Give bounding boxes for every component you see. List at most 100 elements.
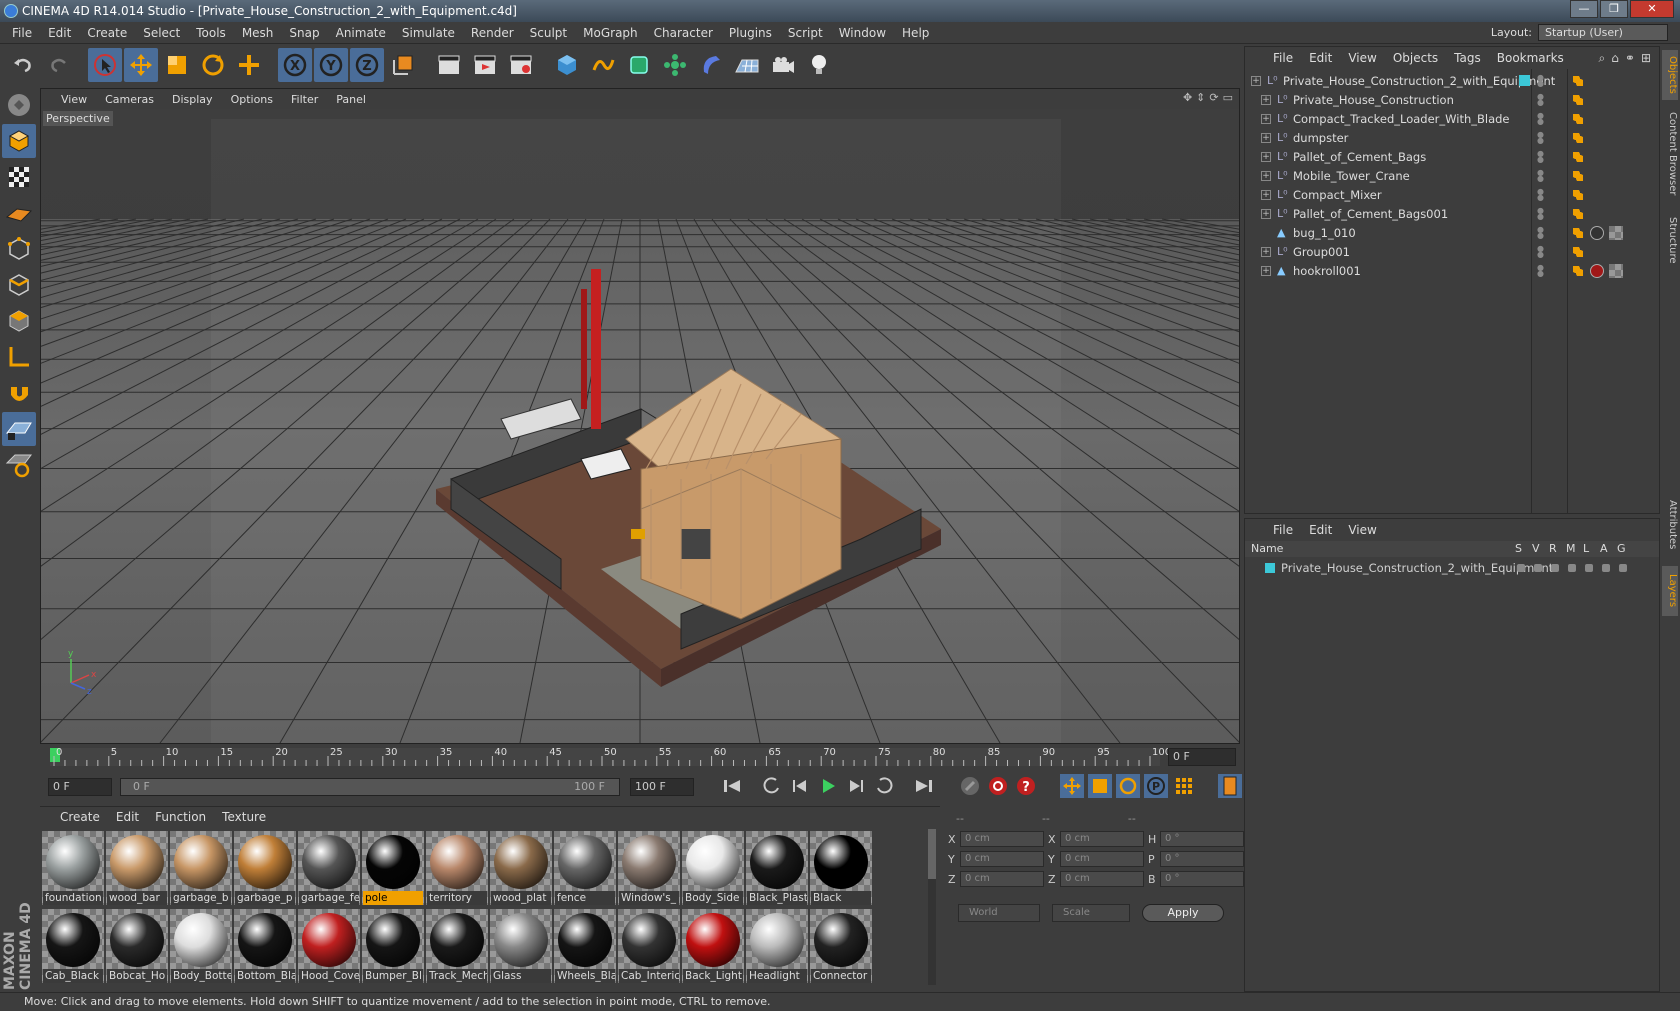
search-icon[interactable]: ⌕	[1599, 51, 1606, 66]
object-row[interactable]: + L⁰ Pallet_of_Cement_Bags001 ● ●	[1245, 204, 1659, 224]
material-swatch[interactable]: wood_plat	[490, 831, 552, 905]
material-scrollbar[interactable]	[928, 829, 936, 985]
apply-button[interactable]: Apply	[1142, 904, 1224, 922]
protection-tag-icon[interactable]	[1573, 228, 1583, 238]
viewport-maximize-icon[interactable]: ▭	[1223, 91, 1233, 104]
layer-column-header[interactable]: V	[1532, 541, 1540, 557]
protection-tag-icon[interactable]	[1573, 76, 1583, 86]
preview-range-slider[interactable]: 0 F 100 F	[120, 778, 620, 796]
coord-value-field[interactable]: 0 °	[1160, 871, 1244, 887]
object-row[interactable]: + L⁰ Compact_Tracked_Loader_With_Blade ● ●	[1245, 109, 1659, 129]
menu-sculpt[interactable]: Sculpt	[522, 26, 575, 40]
side-tab-structure[interactable]: Structure	[1662, 210, 1678, 270]
timeline-window-icon[interactable]	[1218, 774, 1242, 798]
next-key-icon[interactable]	[872, 774, 896, 798]
material-tag-icon[interactable]	[1590, 264, 1604, 278]
menu-edit[interactable]: Edit	[40, 26, 79, 40]
object-row[interactable]: + L⁰ Private_House_Construction_2_with_Equ…	[1245, 71, 1659, 91]
snap-button[interactable]	[2, 376, 36, 410]
protection-tag-icon[interactable]	[1573, 266, 1583, 276]
recent-tool-button[interactable]	[232, 48, 266, 82]
protection-tag-icon[interactable]	[1573, 114, 1583, 124]
rotation-key-icon[interactable]	[1116, 774, 1140, 798]
z-axis-button[interactable]: Z	[350, 48, 384, 82]
coordinate-system-button[interactable]	[386, 48, 420, 82]
material-swatch[interactable]: Bumper_Bl	[362, 909, 424, 983]
start-frame-field[interactable]: 0 F	[48, 778, 112, 796]
make-editable-button[interactable]	[2, 88, 36, 122]
coord-value-field[interactable]: 0 cm	[1060, 871, 1144, 887]
object-row[interactable]: + L⁰ Compact_Mixer ● ●	[1245, 185, 1659, 205]
menu-character[interactable]: Character	[646, 26, 721, 40]
layer-toggle-icon[interactable]	[1602, 564, 1610, 572]
previous-frame-icon[interactable]	[788, 774, 812, 798]
material-tag-icon[interactable]	[1590, 226, 1604, 240]
object-row[interactable]: + L⁰ Group001 ● ●	[1245, 242, 1659, 262]
viewport-menu-options[interactable]: Options	[223, 93, 281, 106]
timeline-ruler[interactable]: 0 5 10 15 20 25 30 35 40 45 50 55 60 65 70 75 80 85 90 95 10…	[40, 744, 1240, 768]
material-swatch[interactable]: garbage_fe	[298, 831, 360, 905]
menu-help[interactable]: Help	[894, 26, 937, 40]
visibility-dots-icon[interactable]: ● ●	[1537, 264, 1545, 278]
layer-column-header[interactable]: R	[1549, 541, 1557, 557]
viewport-dolly-icon[interactable]: ⇕	[1196, 91, 1205, 104]
layer-toggle-icon[interactable]	[1568, 564, 1576, 572]
material-menu-edit[interactable]: Edit	[108, 810, 147, 824]
expand-toggle-icon[interactable]: +	[1261, 152, 1271, 162]
menu-script[interactable]: Script	[780, 26, 831, 40]
protection-tag-icon[interactable]	[1573, 247, 1583, 257]
coord-value-field[interactable]: 0 cm	[1060, 851, 1144, 867]
side-tab-objects[interactable]: Objects	[1662, 50, 1678, 100]
layer-toggle-icon[interactable]	[1619, 564, 1627, 572]
go-to-start-icon[interactable]	[720, 774, 744, 798]
layer-column-header[interactable]: A	[1600, 541, 1608, 557]
viewport-scene[interactable]: y x z	[41, 109, 1239, 743]
material-swatch[interactable]: Hood_Cove	[298, 909, 360, 983]
material-swatch[interactable]: wood_bar	[106, 831, 168, 905]
material-swatch[interactable]: Wheels_Bla	[554, 909, 616, 983]
scale-tool-button[interactable]	[160, 48, 194, 82]
material-menu-texture[interactable]: Texture	[214, 810, 274, 824]
protection-tag-icon[interactable]	[1573, 95, 1583, 105]
visibility-dots-icon[interactable]: ● ●	[1537, 207, 1545, 221]
end-frame-field[interactable]: 100 F	[630, 778, 694, 796]
coord-value-field[interactable]: 0 cm	[1060, 831, 1144, 847]
material-swatch[interactable]: territory	[426, 831, 488, 905]
layer-toggle-icon[interactable]	[1551, 564, 1559, 572]
material-swatch[interactable]: Connector	[810, 909, 872, 983]
layer-column-header[interactable]: M	[1566, 541, 1576, 557]
protection-tag-icon[interactable]	[1573, 190, 1583, 200]
material-swatch[interactable]: Body_Botte	[170, 909, 232, 983]
side-tab-attributes[interactable]: Attributes	[1662, 490, 1678, 560]
visibility-dots-icon[interactable]: ● ●	[1537, 188, 1545, 202]
menu-simulate[interactable]: Simulate	[394, 26, 463, 40]
maximize-button[interactable]: ❐	[1600, 0, 1628, 18]
expand-toggle-icon[interactable]: +	[1261, 95, 1271, 105]
protection-tag-icon[interactable]	[1573, 152, 1583, 162]
floor-button[interactable]	[730, 48, 764, 82]
material-swatch[interactable]: pole	[362, 831, 424, 905]
layer-menu-edit[interactable]: Edit	[1301, 523, 1340, 537]
points-mode-button[interactable]	[2, 232, 36, 266]
layer-color-swatch[interactable]	[1519, 75, 1530, 86]
visibility-dots-icon[interactable]: ● ●	[1537, 150, 1545, 164]
menu-create[interactable]: Create	[79, 26, 135, 40]
viewport-menu-panel[interactable]: Panel	[328, 93, 374, 106]
layer-column-header[interactable]: Name	[1251, 541, 1283, 557]
polygons-mode-button[interactable]	[2, 304, 36, 338]
material-swatch[interactable]: Body_Side	[682, 831, 744, 905]
object-menu-bookmarks[interactable]: Bookmarks	[1489, 51, 1572, 65]
visibility-dots-icon[interactable]: ● ●	[1537, 74, 1545, 88]
material-swatch[interactable]: Bobcat_Ho	[106, 909, 168, 983]
redo-button[interactable]	[42, 48, 76, 82]
model-mode-button[interactable]	[2, 124, 36, 158]
object-row[interactable]: ▲ bug_1_010 ● ●	[1245, 223, 1659, 243]
position-key-icon[interactable]	[1060, 774, 1084, 798]
viewport-menu-display[interactable]: Display	[164, 93, 221, 106]
protection-tag-icon[interactable]	[1573, 171, 1583, 181]
close-button[interactable]: ✕	[1630, 0, 1674, 18]
menu-render[interactable]: Render	[463, 26, 522, 40]
expand-toggle-icon[interactable]: +	[1261, 247, 1271, 257]
expand-toggle-icon[interactable]: +	[1261, 114, 1271, 124]
render-view-button[interactable]	[432, 48, 466, 82]
